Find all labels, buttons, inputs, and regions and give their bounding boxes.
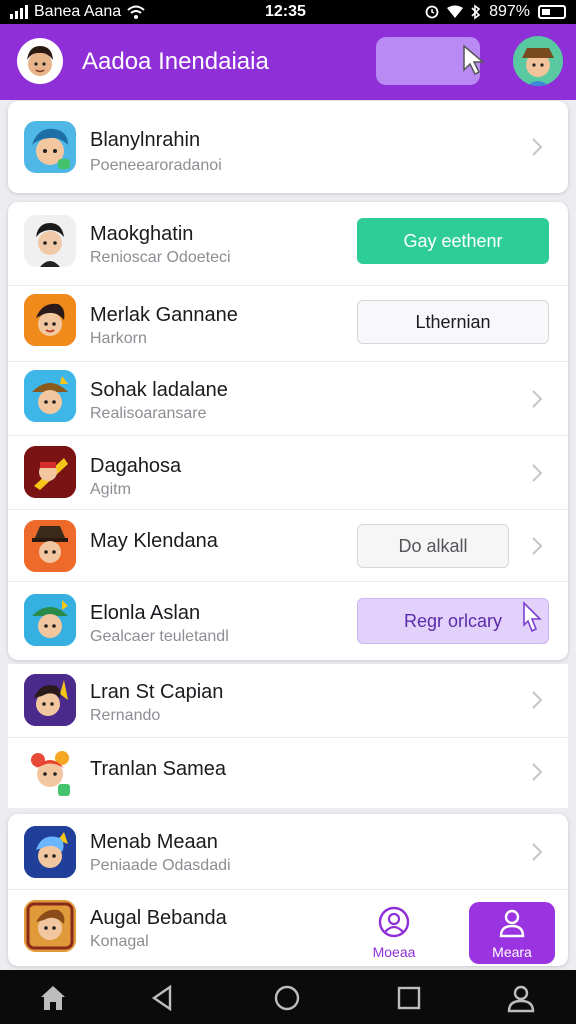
user-avatar[interactable]	[17, 38, 63, 84]
cursor-icon	[463, 44, 486, 76]
app-icon	[24, 370, 76, 422]
tab-label: Moeaa	[372, 944, 416, 960]
secondary-action-button[interactable]: Lthernian	[357, 300, 549, 344]
app-list-card: Maokghatin Renioscar Odoeteci Gay eethen…	[8, 202, 568, 660]
item-name: Augal Bebanda	[90, 907, 227, 929]
battery-percent: 897%	[489, 3, 530, 20]
register-action-label: Regr orlcary	[403, 610, 503, 631]
battery-icon	[538, 5, 566, 19]
tertiary-action-button[interactable]: Do alkall	[357, 524, 509, 568]
app-icon	[24, 294, 76, 346]
item-subtitle: Rernando	[90, 707, 161, 724]
list-item[interactable]: Merlak Gannane Harkorn Lthernian	[8, 286, 568, 362]
item-name: May Klendana	[90, 530, 218, 552]
chevron-right-icon	[532, 138, 543, 156]
alarm-icon	[425, 5, 439, 19]
app-list-card-2: Lran St Capian Rernando Tranlan Samea	[8, 664, 568, 808]
page-title: Aadoa Inendaiaia	[82, 48, 269, 75]
item-subtitle: Agitm	[90, 481, 131, 498]
bluetooth-icon	[471, 4, 481, 20]
item-subtitle: Konagal	[90, 933, 149, 950]
app-icon	[24, 121, 76, 173]
item-name: Merlak Gannane	[90, 304, 238, 326]
signal-icon	[10, 5, 28, 19]
item-subtitle: Realisoaransare	[90, 405, 207, 422]
tab-moeaa[interactable]: Moeaa	[351, 902, 437, 964]
chevron-right-icon	[532, 464, 543, 482]
profile-circle-icon	[378, 906, 410, 938]
profile-avatar[interactable]	[513, 36, 563, 86]
app-icon	[24, 900, 76, 952]
app-icon	[24, 826, 76, 878]
list-item[interactable]: Dagahosa Agitm	[8, 436, 568, 510]
list-item[interactable]: May Klendana Do alkall	[8, 510, 568, 582]
pointer-icon	[523, 601, 542, 633]
item-subtitle: Peniaade Odasdadi	[90, 857, 231, 874]
wifi-icon	[127, 5, 145, 19]
list-item[interactable]: Menab Meaan Peniaade Odasdadi	[8, 814, 568, 890]
item-name: Dagahosa	[90, 455, 182, 477]
app-icon	[24, 746, 76, 798]
carrier-name: Banea Aana	[34, 3, 122, 20]
item-name: Elonla Aslan	[90, 602, 201, 624]
app-icon	[24, 520, 76, 572]
featured-subtitle: Poeneearoradanoi	[90, 157, 222, 174]
item-name: Tranlan Samea	[90, 758, 226, 780]
app-icon	[24, 674, 76, 726]
account-icon[interactable]	[506, 983, 536, 1013]
person-icon	[499, 909, 525, 938]
item-name: Menab Meaan	[90, 831, 218, 853]
featured-row[interactable]: Blanylnrahin Poeneearoradanoi	[8, 101, 568, 193]
featured-name: Blanylnrahin	[90, 129, 201, 151]
wifi-status-icon	[447, 5, 464, 18]
featured-card[interactable]: Blanylnrahin Poeneearoradanoi	[8, 101, 568, 193]
chevron-right-icon	[532, 537, 543, 555]
list-item[interactable]: Elonla Aslan Gealcaer teuletandl Regr or…	[8, 582, 568, 660]
list-item[interactable]: Sohak ladalane Realisoaransare	[8, 362, 568, 436]
item-subtitle: Gealcaer teuletandl	[90, 628, 229, 645]
home-icon[interactable]	[38, 983, 68, 1013]
back-icon[interactable]	[148, 983, 178, 1013]
chevron-right-icon	[532, 763, 543, 781]
app-list-card-3: Menab Meaan Peniaade Odasdadi Augal Beba…	[8, 814, 568, 966]
register-action-button[interactable]: Regr orlcary	[357, 598, 549, 644]
primary-action-button[interactable]: Gay eethenr	[357, 218, 549, 264]
home-circle-icon[interactable]	[272, 983, 302, 1013]
chevron-right-icon	[532, 390, 543, 408]
app-icon	[24, 446, 76, 498]
app-header: Aadoa Inendaiaia	[0, 24, 576, 100]
chevron-right-icon	[532, 843, 543, 861]
recents-icon[interactable]	[394, 983, 424, 1013]
item-name: Lran St Capian	[90, 681, 224, 703]
item-subtitle: Harkorn	[90, 330, 147, 347]
list-item[interactable]: Maokghatin Renioscar Odoeteci Gay eethen…	[8, 202, 568, 286]
tab-meara[interactable]: Meara	[469, 902, 555, 964]
app-icon	[24, 594, 76, 646]
system-navigation-bar	[0, 970, 576, 1024]
item-subtitle: Renioscar Odoeteci	[90, 249, 231, 266]
clock: 12:35	[265, 3, 306, 20]
status-bar: Banea Aana 12:35 897%	[0, 0, 576, 24]
chevron-right-icon	[532, 691, 543, 709]
item-name: Maokghatin	[90, 223, 194, 245]
list-item[interactable]: Lran St Capian Rernando	[8, 664, 568, 738]
list-item[interactable]: Tranlan Samea	[8, 738, 568, 808]
item-name: Sohak ladalane	[90, 379, 228, 401]
tab-label: Meara	[492, 944, 532, 960]
app-icon	[24, 215, 76, 267]
